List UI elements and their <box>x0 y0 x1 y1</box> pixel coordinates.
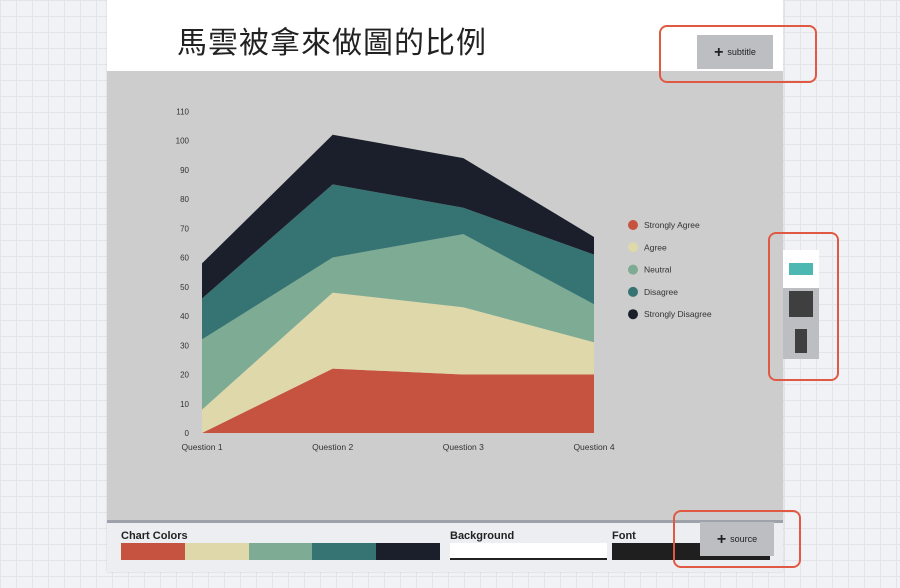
legend-label[interactable]: Disagree <box>644 287 678 297</box>
highlight-frame-subtitle <box>659 25 817 83</box>
x-tick-label: Question 4 <box>573 442 614 452</box>
legend-marker <box>628 264 638 275</box>
palette-swatch-2[interactable] <box>184 543 249 560</box>
y-tick-label: 80 <box>180 195 189 204</box>
chart-colors-label: Chart Colors <box>121 530 188 542</box>
area-chart: 0 10 20 30 40 50 60 70 80 90 100 110 Question 1 Quest… <box>176 107 712 452</box>
palette-swatch-1[interactable] <box>121 543 185 560</box>
y-tick-label: 100 <box>176 137 190 146</box>
x-tick-label: Question 3 <box>443 442 484 452</box>
y-tick-label: 30 <box>180 341 189 350</box>
x-tick-label: Question 1 <box>181 442 222 452</box>
legend-label[interactable]: Strongly Disagree <box>644 309 712 319</box>
palette-swatch-3[interactable] <box>248 543 313 560</box>
palette-swatch-4[interactable] <box>312 543 377 560</box>
font-label: Font <box>612 530 636 542</box>
palette-swatch-5[interactable] <box>376 543 440 560</box>
chart-area: 0 10 20 30 40 50 60 70 80 90 100 110 Question 1 Quest… <box>107 71 783 521</box>
highlight-frame-side <box>768 232 839 381</box>
y-tick-label: 0 <box>185 429 190 438</box>
legend-label[interactable]: Agree <box>644 242 667 252</box>
legend-marker <box>628 242 638 253</box>
legend-label[interactable]: Neutral <box>644 265 672 275</box>
legend-marker <box>628 286 638 297</box>
y-tick-label: 60 <box>180 254 189 263</box>
y-tick-label: 90 <box>180 166 189 175</box>
y-tick-label: 20 <box>180 371 189 380</box>
y-tick-label: 40 <box>180 312 189 321</box>
y-tick-label: 50 <box>180 283 189 292</box>
y-tick-label: 110 <box>176 107 189 116</box>
y-tick-label: 70 <box>180 224 189 233</box>
legend-label[interactable]: Strongly Agree <box>644 220 700 230</box>
chart-card: 馬雲被拿來做圖的比例 0 10 20 30 40 50 60 70 80 90 100 110 Ques… <box>107 0 783 572</box>
chart-colors-swatches[interactable] <box>121 543 440 560</box>
y-tick-label: 10 <box>180 400 189 409</box>
legend-marker <box>628 309 638 320</box>
background-label: Background <box>450 530 515 542</box>
x-tick-label: Question 2 <box>312 442 353 452</box>
background-swatch[interactable] <box>450 543 607 560</box>
highlight-frame-source <box>673 510 801 568</box>
chart-title[interactable]: 馬雲被拿來做圖的比例 <box>177 18 487 62</box>
legend-marker <box>628 220 638 230</box>
